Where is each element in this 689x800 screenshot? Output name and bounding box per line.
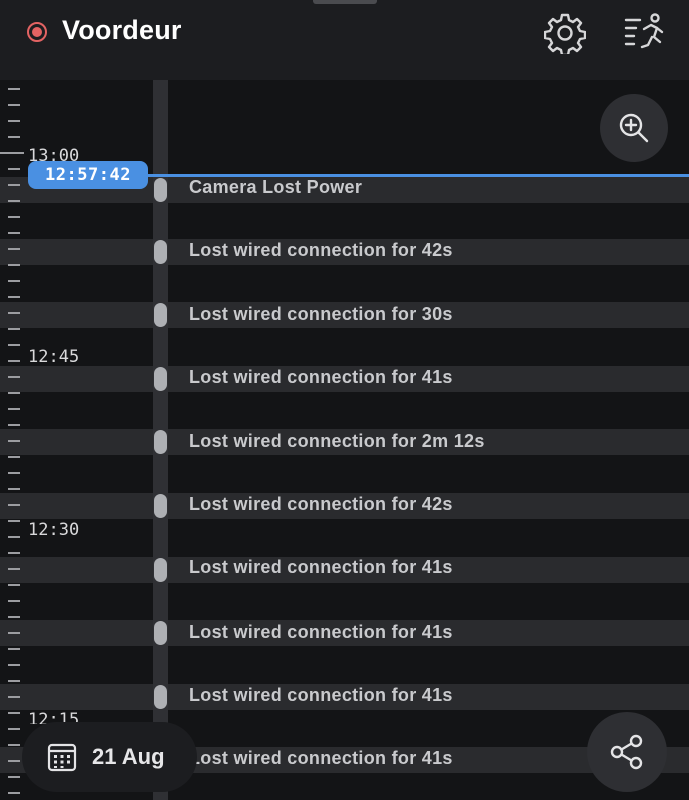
zoom-in-button[interactable] (600, 94, 668, 162)
ruler-tick (8, 184, 20, 186)
event-marker[interactable] (154, 240, 167, 264)
status-indicator-icon (27, 22, 47, 42)
ruler-tick (8, 424, 20, 426)
ruler-tick (8, 280, 20, 282)
ruler-tick (8, 776, 20, 778)
event-timeline[interactable]: 13:00 12:45 12:30 12:15 Camera Lost Powe… (0, 80, 689, 800)
ruler-tick (8, 200, 20, 202)
event-item[interactable]: Lost wired connection for 41s (189, 621, 453, 643)
ruler-tick (8, 600, 20, 602)
ruler-tick (8, 440, 20, 442)
calendar-icon (47, 743, 77, 772)
ruler-tick (8, 472, 20, 474)
ruler-tick (8, 248, 20, 250)
event-item[interactable]: Lost wired connection for 42s (189, 239, 453, 261)
ruler-tick (8, 104, 20, 106)
drag-handle[interactable] (313, 0, 377, 4)
event-marker[interactable] (154, 367, 167, 391)
ruler-tick (8, 168, 20, 170)
event-item[interactable]: Lost wired connection for 42s (189, 493, 453, 515)
time-label: 12:30 (28, 520, 80, 540)
ruler-tick (8, 584, 20, 586)
event-item[interactable]: Lost wired connection for 41s (189, 684, 453, 706)
event-item[interactable]: Lost wired connection for 2m 12s (189, 430, 485, 452)
ruler-tick (8, 376, 20, 378)
ruler-tick (8, 88, 20, 90)
ruler-tick (8, 296, 20, 298)
ruler-tick (8, 744, 20, 746)
share-button[interactable] (587, 712, 667, 792)
ruler-tick (8, 664, 20, 666)
ruler-tick (8, 680, 20, 682)
header-bar: Voordeur (0, 0, 689, 80)
current-time-line (140, 174, 689, 177)
ruler-tick (8, 120, 20, 122)
ruler-tick (8, 792, 20, 794)
ruler-tick (8, 136, 20, 138)
ruler-tick (8, 216, 20, 218)
zoom-in-icon (619, 113, 649, 143)
ruler-tick (8, 264, 20, 266)
ruler-tick (8, 328, 20, 330)
event-marker[interactable] (154, 685, 167, 709)
share-icon (610, 734, 643, 770)
event-marker[interactable] (154, 494, 167, 518)
event-marker[interactable] (154, 430, 167, 454)
gear-icon[interactable] (543, 12, 587, 57)
ruler-tick (8, 504, 20, 506)
ruler-tick (8, 536, 20, 538)
ruler-tick (8, 312, 20, 314)
ruler-tick (8, 520, 20, 522)
ruler-tick (8, 632, 20, 634)
ruler-tick (8, 616, 20, 618)
ruler-tick (8, 696, 20, 698)
event-marker[interactable] (154, 178, 167, 202)
ruler-tick (8, 648, 20, 650)
ruler-tick (8, 360, 20, 362)
ruler-tick (8, 232, 20, 234)
event-item[interactable]: Lost wired connection for 41s (189, 366, 453, 388)
event-marker[interactable] (154, 303, 167, 327)
time-label: 12:45 (28, 347, 80, 367)
ruler-tick (0, 152, 24, 154)
event-item[interactable]: Camera Lost Power (189, 176, 362, 198)
date-label: 21 Aug (92, 744, 165, 769)
ruler-tick (8, 488, 20, 490)
event-item[interactable]: Lost wired connection for 41s (189, 747, 453, 769)
ruler-tick (8, 568, 20, 570)
running-person-icon[interactable] (622, 12, 664, 54)
camera-title: Voordeur (62, 15, 182, 45)
ruler-tick (8, 760, 20, 762)
ruler-tick (8, 728, 20, 730)
event-item[interactable]: Lost wired connection for 30s (189, 303, 453, 325)
ruler-tick (8, 392, 20, 394)
event-item[interactable]: Lost wired connection for 41s (189, 556, 453, 578)
ruler-tick (8, 456, 20, 458)
ruler-tick (8, 552, 20, 554)
event-marker[interactable] (154, 621, 167, 645)
ruler-tick (8, 344, 20, 346)
event-marker[interactable] (154, 558, 167, 582)
current-time-badge[interactable]: 12:57:42 (28, 161, 148, 189)
ruler-tick (8, 408, 20, 410)
date-picker-button[interactable]: 21 Aug (22, 722, 197, 792)
ruler-tick (8, 712, 20, 714)
